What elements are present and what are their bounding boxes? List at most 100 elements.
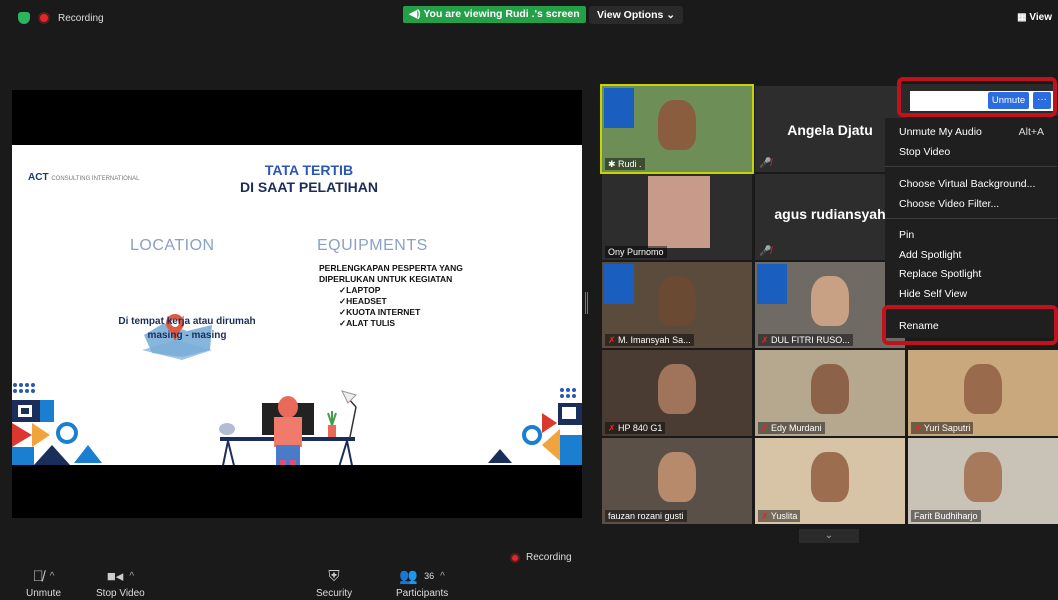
tile-name-text: HP 840 G1 — [618, 423, 663, 433]
unmute-button[interactable]: 🎙̸ ^ Unmute — [26, 566, 62, 600]
menu-stop-video[interactable]: Stop Video — [899, 146, 950, 158]
tile-name-text: Rudi . — [618, 159, 642, 169]
stop-video-button[interactable]: ■◂ ^ Stop Video — [96, 566, 145, 599]
top-bar: Recording ◀) You are viewing Rudi .'s sc… — [0, 0, 1058, 40]
recording-indicator-bottom[interactable]: Recording — [510, 552, 572, 563]
tile-name: ✗ HP 840 G1 — [605, 422, 666, 434]
equipment-intro-line2: DIPERLUKAN UNTUK KEGIATAN — [319, 274, 453, 284]
menu-replace-spotlight[interactable]: Replace Spotlight — [899, 268, 981, 280]
chevron-down-icon[interactable]: ⌄ — [799, 529, 859, 543]
highlight-box-more — [897, 77, 1057, 117]
location-text-line2: masing - masing — [147, 330, 227, 341]
camera-feed — [648, 176, 710, 248]
video-tile-yuslita[interactable]: ✗ Yuslita — [755, 438, 905, 524]
location-text: Di tempat kerja atau dirumah masing - ma… — [112, 315, 262, 343]
tile-logo-block — [604, 264, 634, 304]
equipments-heading: EQUIPMENTS — [317, 237, 428, 254]
view-button[interactable]: ▦ View — [1017, 12, 1052, 23]
grid-icon: ▦ — [1017, 12, 1030, 23]
tile-name: ✗ Edy Murdani — [758, 422, 825, 434]
menu-separator — [885, 218, 1057, 219]
video-tile-edy[interactable]: ✗ Edy Murdani — [755, 350, 905, 436]
chevron-up-icon[interactable]: ^ — [50, 571, 55, 582]
muted-mic-icon: 🎤̸ — [759, 158, 772, 169]
tile-name-text: Yuslita — [770, 511, 798, 521]
tile-logo-block — [757, 264, 787, 304]
participants-icon: 👥 — [399, 568, 419, 585]
menu-separator — [885, 166, 1057, 167]
menu-unmute-audio[interactable]: Unmute My Audio — [899, 126, 982, 138]
tile-name: ✗ DUL FITRI RUSO... — [758, 334, 853, 346]
equipment-list: PERLENGKAPAN PESPERTA YANG DIPERLUKAN UN… — [319, 263, 463, 329]
slide-title-line1: TATA TERTIB — [264, 162, 354, 178]
equipment-item: ✓ALAT TULIS — [339, 318, 396, 328]
unmute-label: Unmute — [26, 588, 62, 599]
tile-logo-block — [604, 88, 634, 128]
video-tile-rudi[interactable]: ✱ Rudi . — [600, 84, 754, 174]
muted-mic-icon: 🎙̸ — [32, 567, 44, 585]
tile-name-text: DUL FITRI RUSO... — [771, 335, 850, 345]
video-tile-imansyah[interactable]: ✗ M. Imansyah Sa... — [602, 262, 752, 348]
slide-title-line2: DI SAAT PELATIHAN — [240, 179, 378, 195]
highlight-box-rename — [882, 305, 1058, 345]
video-tile-hp[interactable]: ✗ HP 840 G1 — [602, 350, 752, 436]
shield-icon: ⛨ — [328, 567, 340, 585]
tile-name: ✗ M. Imansyah Sa... — [605, 334, 694, 346]
participants-label: Participants — [396, 588, 449, 599]
tile-name-text: Edy Murdani — [771, 423, 822, 433]
video-tile-fauzan[interactable]: fauzan rozani gusti — [602, 438, 752, 524]
menu-hide-self-view[interactable]: Hide Self View — [899, 288, 967, 300]
video-tile-ony[interactable]: Ony Purnomo — [602, 174, 752, 260]
muted-mic-icon: ✗ — [761, 335, 772, 345]
recording-indicator[interactable]: Recording — [18, 12, 104, 24]
tile-name: Farit Budhiharjo — [911, 510, 981, 522]
muted-mic-icon: ✗ — [914, 423, 924, 433]
stop-video-label: Stop Video — [96, 588, 145, 599]
menu-video-filter[interactable]: Choose Video Filter... — [899, 198, 999, 210]
presentation-slide: ACT CONSULTING INTERNATIONAL TATA TERTIB… — [12, 145, 582, 465]
tile-name-text: M. Imansyah Sa... — [618, 335, 691, 345]
security-button[interactable]: ⛨ Security — [316, 566, 352, 600]
tile-name: ✱ Rudi . — [605, 158, 645, 170]
view-button-label: View — [1029, 12, 1052, 23]
video-camera-icon: ■◂ — [106, 568, 124, 585]
video-tile-angela[interactable]: Angela Djatu 🎤̸ — [755, 86, 905, 172]
video-tile-agus[interactable]: agus rudiansyah 🎤̸ — [755, 174, 905, 260]
location-text-line1: Di tempat kerja atau dirumah — [118, 316, 256, 327]
viewing-banner-text: You are viewing Rudi .'s screen — [423, 8, 580, 20]
tile-name: ✗ Yuslita — [758, 510, 801, 522]
tile-big-name: Angela Djatu — [787, 122, 873, 138]
muted-mic-icon: ✗ — [761, 511, 771, 521]
tile-big-name: agus rudiansyah — [774, 206, 886, 222]
video-tile-farit[interactable]: Farit Budhiharjo — [908, 438, 1058, 524]
recording-dot-icon — [38, 12, 50, 24]
shared-screen[interactable]: ACT CONSULTING INTERNATIONAL TATA TERTIB… — [12, 90, 582, 518]
muted-mic-icon: ✗ — [608, 335, 619, 345]
participants-button[interactable]: 👥 36 ^ Participants — [396, 566, 448, 599]
video-tile-yuri[interactable]: ✗ Yuri Saputri — [908, 350, 1058, 436]
recording-label: Recording — [526, 552, 572, 563]
chevron-up-icon[interactable]: ^ — [440, 571, 445, 582]
equipment-item: ✓HEADSET — [339, 296, 387, 306]
tile-name: fauzan rozani gusti — [605, 510, 687, 522]
muted-mic-icon: 🎤̸ — [759, 246, 772, 257]
menu-virtual-background[interactable]: Choose Virtual Background... — [899, 178, 1035, 190]
equipment-item: ✓KUOTA INTERNET — [339, 307, 421, 317]
pin-icon: ✱ — [608, 159, 619, 169]
speaker-icon: ◀) — [409, 8, 421, 20]
menu-pin[interactable]: Pin — [899, 229, 914, 241]
equipment-intro-line1: PERLENGKAPAN PESPERTA YANG — [319, 263, 463, 273]
participants-count: 36 — [424, 571, 435, 581]
chevron-up-icon[interactable]: ^ — [129, 571, 134, 582]
viewing-screen-banner: ◀) You are viewing Rudi .'s screen — [403, 6, 586, 23]
view-options-button[interactable]: View Options ⌄ — [589, 6, 684, 24]
muted-mic-icon: ✗ — [608, 423, 619, 433]
recording-dot-icon — [510, 552, 520, 563]
resize-handle[interactable] — [585, 292, 588, 314]
encryption-shield-icon[interactable] — [18, 12, 30, 24]
tile-name: ✗ Yuri Saputri — [911, 422, 974, 434]
menu-add-spotlight[interactable]: Add Spotlight — [899, 249, 961, 261]
equipment-item: ✓LAPTOP — [339, 285, 381, 295]
tile-name-text: Yuri Saputri — [923, 423, 971, 433]
tile-name: Ony Purnomo — [605, 246, 667, 258]
